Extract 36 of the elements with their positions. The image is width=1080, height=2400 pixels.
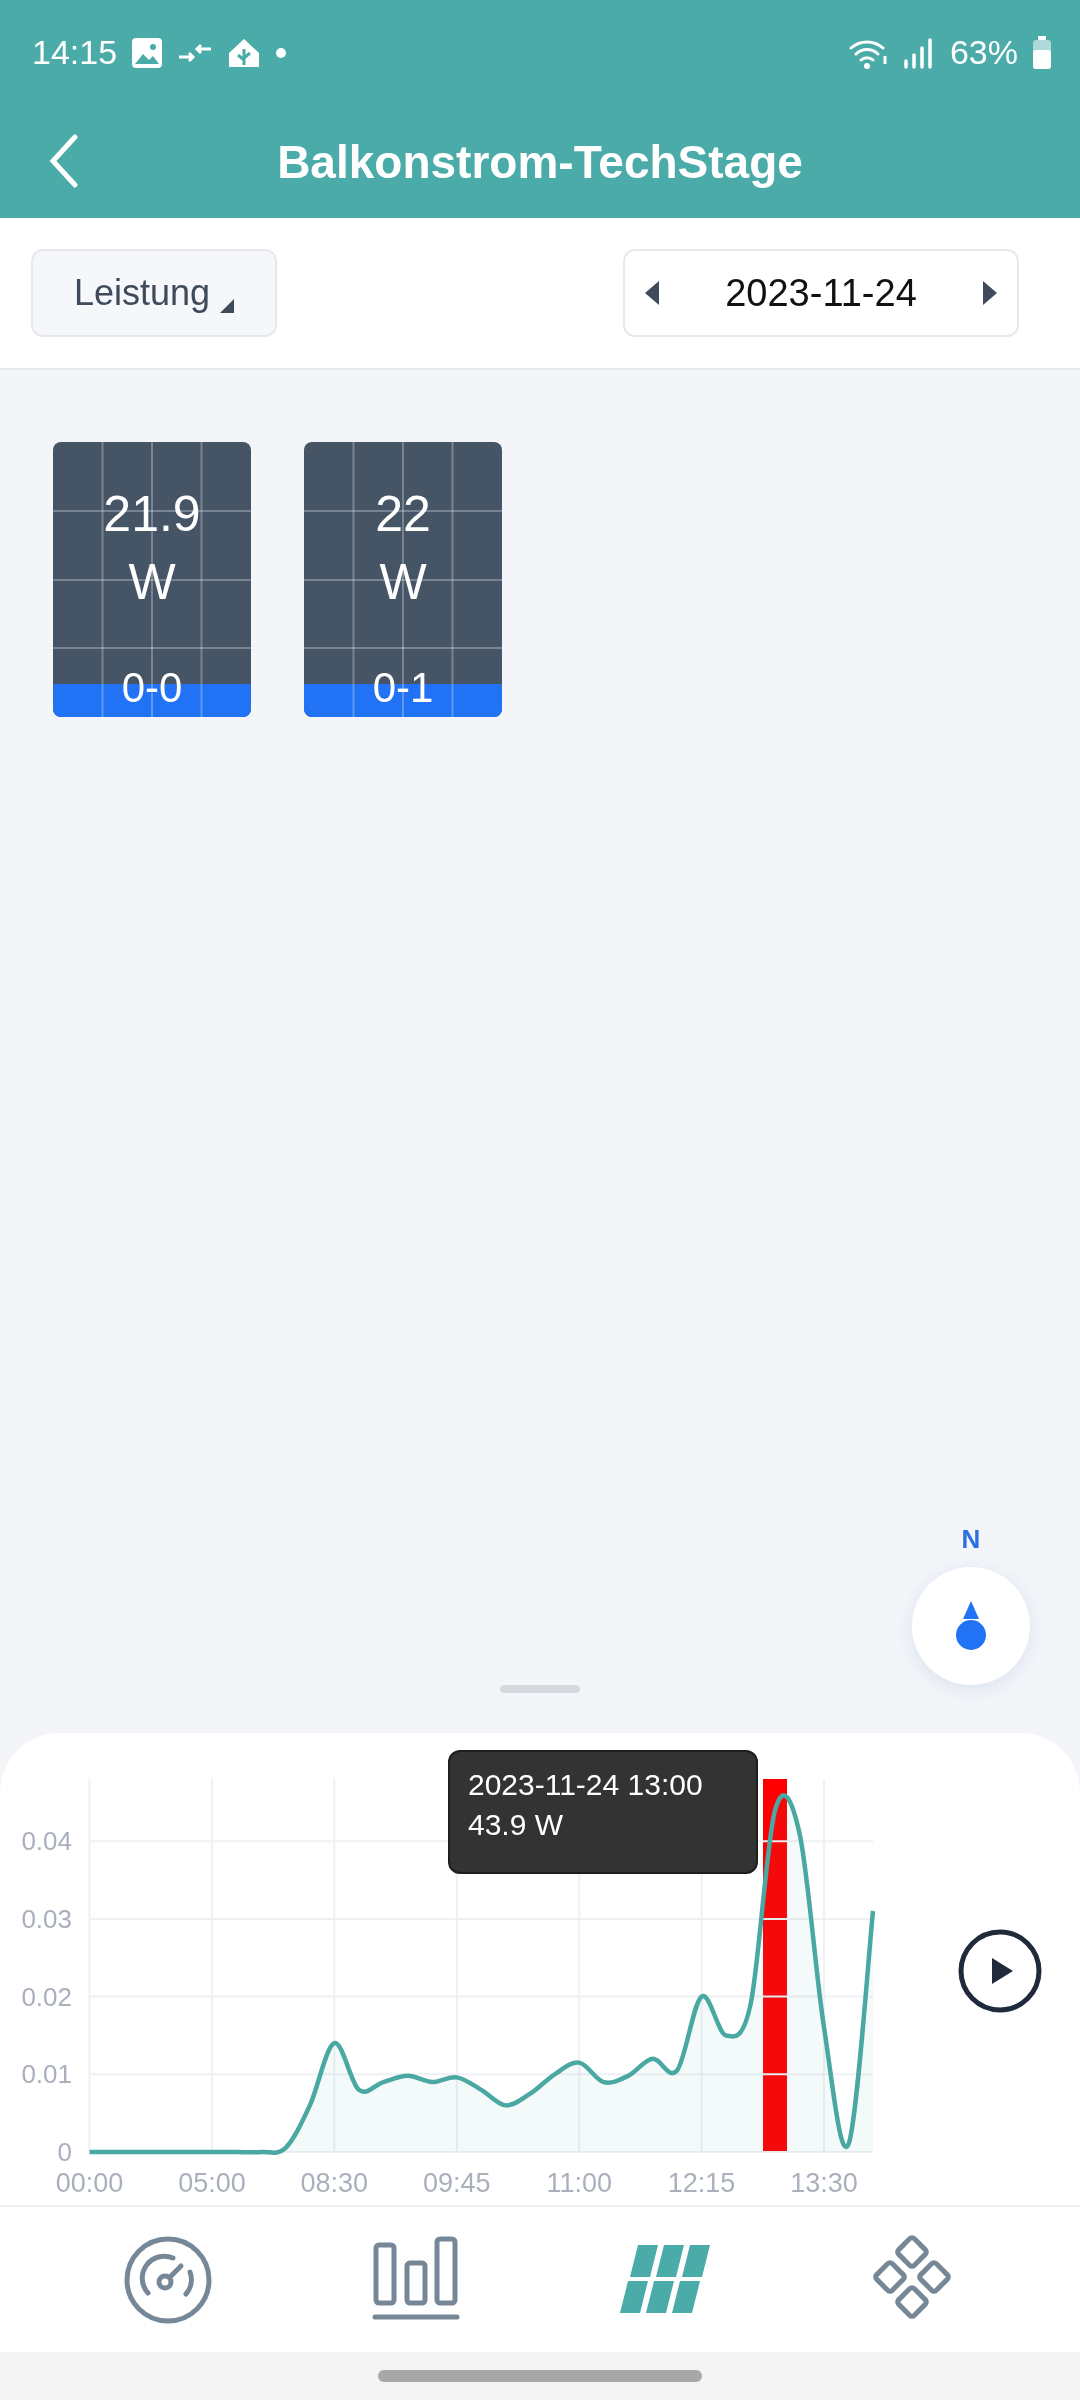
x-axis-label: 12:15	[667, 2168, 736, 2198]
right-triangle-icon	[983, 281, 997, 305]
image-icon	[131, 36, 164, 69]
date-text: 2023-11-24	[725, 271, 917, 315]
power-unit: W	[379, 553, 427, 612]
x-axis-label: 09:45	[423, 2168, 491, 2198]
play-button[interactable]	[958, 1929, 1042, 2013]
north-label: N	[961, 1524, 981, 1555]
compass-needle-icon	[955, 1601, 987, 1651]
battery-percent: 63%	[949, 33, 1018, 72]
x-axis-label: 13:30	[790, 2168, 858, 2198]
y-axis-label: 0.01	[21, 2059, 72, 2090]
caret-icon	[220, 299, 235, 313]
x-axis-label: 00:00	[55, 2168, 124, 2198]
status-time: 14:15	[32, 33, 118, 72]
tooltip-value: 43.9 W	[468, 1807, 565, 1843]
power-unit: W	[128, 553, 176, 612]
left-triangle-icon	[645, 281, 659, 305]
x-axis-label: 05:00	[178, 2168, 246, 2198]
y-axis-label: 0.03	[21, 1903, 72, 1934]
x-axis-label: 11:00	[546, 2168, 612, 2198]
power-value: 21.9	[103, 485, 201, 544]
drag-handle[interactable]	[500, 1685, 580, 1693]
gauge-icon	[123, 2234, 213, 2325]
y-axis-label: 0	[57, 2137, 72, 2167]
battery-icon	[1032, 35, 1052, 70]
power-value: 22	[375, 485, 431, 544]
y-axis-label: 0.04	[21, 1826, 72, 1857]
metric-dropdown[interactable]: Leistung	[31, 249, 277, 337]
y-axis-label: 0.02	[21, 1981, 72, 2012]
date-picker[interactable]: 2023-11-24	[623, 249, 1019, 337]
x-axis-label: 08:30	[300, 2168, 369, 2198]
home-icon	[227, 36, 262, 69]
screen-title: Balkonstrom-TechStage	[277, 134, 803, 189]
tooltip-time: 2023-11-24 13:00	[468, 1767, 704, 1803]
dot-icon	[275, 46, 288, 59]
